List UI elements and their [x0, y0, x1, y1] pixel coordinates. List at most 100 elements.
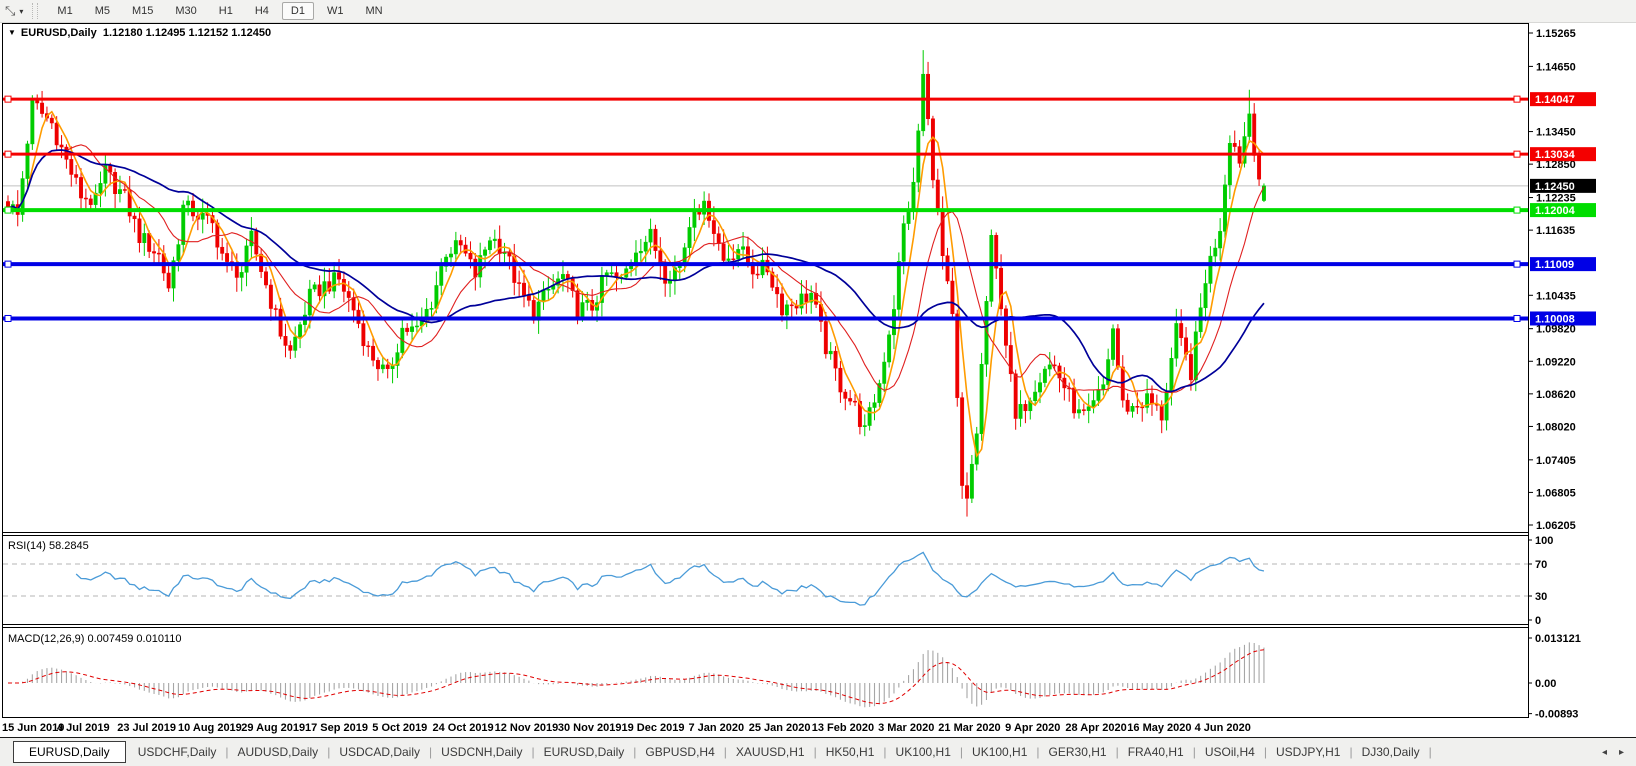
toolbar-grip	[32, 3, 39, 19]
price-tick-label: 1.06205	[1536, 520, 1576, 532]
tab-nav-left-icon[interactable]: ◂	[1602, 747, 1607, 758]
chart-tab-eurusd-daily[interactable]: EURUSD,Daily	[536, 742, 633, 762]
chart-tab-eurusd-daily[interactable]: EURUSD,Daily	[13, 741, 126, 763]
chart-tab-usoil-h4[interactable]: USOil,H4	[1197, 742, 1263, 762]
chart-tab-uk100-h1[interactable]: UK100,H1	[888, 742, 959, 762]
dropdown-caret-icon: ▾	[19, 6, 24, 16]
time-tick-label: 19 Dec 2019	[622, 722, 685, 734]
price-badge-1-12004: 1.12004	[1530, 203, 1596, 218]
chart-tabs-strip: EURUSD,Daily USDCHF,Daily | AUDUSD,Daily | US…	[0, 741, 1602, 763]
time-tick-label: 4 Jul 2019	[57, 722, 110, 734]
price-badge-1-12450: 1.12450	[1530, 178, 1596, 193]
time-tick-label: 13 Feb 2020	[812, 722, 874, 734]
time-tick-label: 15 Jun 2019	[2, 722, 64, 734]
time-tick-label: 16 May 2020	[1127, 722, 1191, 734]
price-badge-1-13034: 1.13034	[1530, 147, 1596, 162]
macd-scale-label: 0.00	[1535, 678, 1556, 690]
tab-nav-right-icon[interactable]: ▸	[1619, 747, 1624, 758]
price-tick-label: 1.11635	[1536, 225, 1575, 237]
time-tick-label: 5 Oct 2019	[372, 722, 427, 734]
rsi-pane: 100 70 30 0	[3, 535, 1553, 627]
timeframe-button-mn[interactable]: MN	[356, 2, 391, 20]
toolbar: ⤡ ▾ M1 M5 M15 M30 H1 H4 D1 W1 MN	[0, 0, 1636, 23]
time-tick-label: 21 Mar 2020	[938, 722, 1000, 734]
timeframe-button-h4[interactable]: H4	[246, 2, 278, 20]
price-tick-label: 1.06805	[1536, 487, 1576, 499]
timeframe-button-h1[interactable]: H1	[210, 2, 242, 20]
time-tick-label: 10 Aug 2019	[178, 722, 242, 734]
cursor-tool-button[interactable]: ⤡ ▾	[5, 3, 23, 19]
hline-1-10008[interactable]	[3, 314, 1528, 322]
price-badge-label: 1.11009	[1535, 259, 1574, 271]
chart-tab-audusd-daily[interactable]: AUDUSD,Daily	[230, 742, 327, 762]
time-tick-label: 23 Jul 2019	[117, 722, 176, 734]
time-axis[interactable]: 15 Jun 20194 Jul 2019 23 Jul 2019 10 Aug 2…	[2, 722, 1251, 734]
price-tick-label: 1.10435	[1536, 290, 1576, 302]
hline-1-13034[interactable]	[3, 150, 1528, 158]
price-tick-label: 1.09220	[1536, 356, 1576, 368]
rsi-line	[75, 551, 1265, 606]
chart-tab-hk50-h1[interactable]: HK50,H1	[818, 742, 883, 762]
time-tick-label: 28 Apr 2020	[1065, 722, 1126, 734]
chart-tab-usdcad-daily[interactable]: USDCAD,Daily	[331, 742, 428, 762]
price-tick-label: 1.14650	[1536, 61, 1576, 73]
chart-title: ▼ EURUSD,Daily 1.12180 1.12495 1.12152 1.…	[8, 27, 271, 39]
rsi-scale-label: 100	[1535, 535, 1553, 547]
price-tick-label: 1.08620	[1536, 389, 1576, 401]
symbol-timeframe-label: EURUSD,Daily	[20, 27, 97, 39]
timeframe-button-m5[interactable]: M5	[86, 2, 119, 20]
chart-tab-dj30-daily[interactable]: DJ30,Daily	[1354, 742, 1428, 762]
rsi-scale-label: 70	[1535, 559, 1547, 571]
chart-tab-uk100-h1[interactable]: UK100,H1	[964, 742, 1035, 762]
time-tick-label: 24 Oct 2019	[433, 722, 494, 734]
timeframe-button-m1[interactable]: M1	[48, 2, 81, 20]
timeframe-button-m15[interactable]: M15	[123, 2, 162, 20]
tab-separator: |	[1428, 745, 1432, 759]
price-tick-label: 1.07405	[1536, 455, 1576, 467]
timeframe-button-m30[interactable]: M30	[166, 2, 205, 20]
price-badge-label: 1.12450	[1535, 181, 1575, 193]
macd-histogram	[12, 642, 1265, 708]
timeframe-button-d1[interactable]: D1	[281, 2, 314, 20]
chart-canvas[interactable]: 1.152651.146501.134501.128501.122351.116…	[0, 0, 1636, 765]
rsi-scale-label: 30	[1535, 591, 1547, 603]
tab-nav: ◂ ▸	[1602, 747, 1624, 758]
hline-1-14047[interactable]	[3, 95, 1528, 103]
chart-tab-usdcnh-daily[interactable]: USDCNH,Daily	[433, 742, 530, 762]
collapse-arrow-icon[interactable]: ▼	[8, 28, 16, 37]
macd-scale-label: 0.013121	[1535, 633, 1581, 645]
chart-tab-gbpusd-h4[interactable]: GBPUSD,H4	[637, 742, 722, 762]
time-tick-label: 17 Sep 2019	[305, 722, 368, 734]
time-tick-label: 7 Jan 2020	[688, 722, 744, 734]
chart-tab-ger30-h1[interactable]: GER30,H1	[1041, 742, 1115, 762]
price-badge-label: 1.13034	[1535, 149, 1576, 161]
time-tick-label: 12 Nov 2019	[495, 722, 559, 734]
time-tick-label: 4 Jun 2020	[1195, 722, 1251, 734]
chart-tab-usdjpy-h1[interactable]: USDJPY,H1	[1268, 742, 1348, 762]
hline-1-12004[interactable]	[3, 206, 1528, 214]
pane-frame	[2, 23, 1529, 718]
rsi-indicator-label: RSI(14) 58.2845	[8, 540, 89, 552]
chart-tab-xauusd-h1[interactable]: XAUUSD,H1	[728, 742, 813, 762]
price-tick-label: 1.13450	[1536, 127, 1576, 139]
price-badge-label: 1.10008	[1535, 313, 1575, 325]
macd-indicator-label: MACD(12,26,9) 0.007459 0.010110	[8, 633, 182, 645]
price-badge-1-11009: 1.11009	[1530, 257, 1596, 272]
chart-tab-usdchf-daily[interactable]: USDCHF,Daily	[130, 742, 225, 762]
chart-tab-bar: EURUSD,Daily USDCHF,Daily | AUDUSD,Daily | US…	[0, 737, 1636, 766]
timeframe-button-w1[interactable]: W1	[318, 2, 353, 20]
chart-tab-fra40-h1[interactable]: FRA40,H1	[1120, 742, 1192, 762]
time-tick-label: 30 Nov 2019	[558, 722, 622, 734]
time-tick-label: 3 Mar 2020	[878, 722, 934, 734]
cursor-tool-icon: ⤡	[5, 3, 16, 18]
ohlc-values: 1.12180 1.12495 1.12152 1.12450	[102, 27, 272, 39]
price-badge-1-14047: 1.14047	[1530, 92, 1596, 107]
price-tick-label: 1.09820	[1536, 324, 1576, 336]
price-tick-label: 1.08020	[1536, 421, 1576, 433]
macd-signal-line	[7, 649, 1265, 705]
timeframe-buttons: M1 M5 M15 M30 H1 H4 D1 W1 MN	[46, 2, 393, 20]
time-tick-label: 29 Aug 2019	[241, 722, 305, 734]
price-tick-label: 1.15265	[1536, 28, 1576, 40]
price-badge-1-10008: 1.10008	[1530, 311, 1596, 326]
macd-pane: 0.013121 0.00 -0.00893	[7, 633, 1581, 721]
